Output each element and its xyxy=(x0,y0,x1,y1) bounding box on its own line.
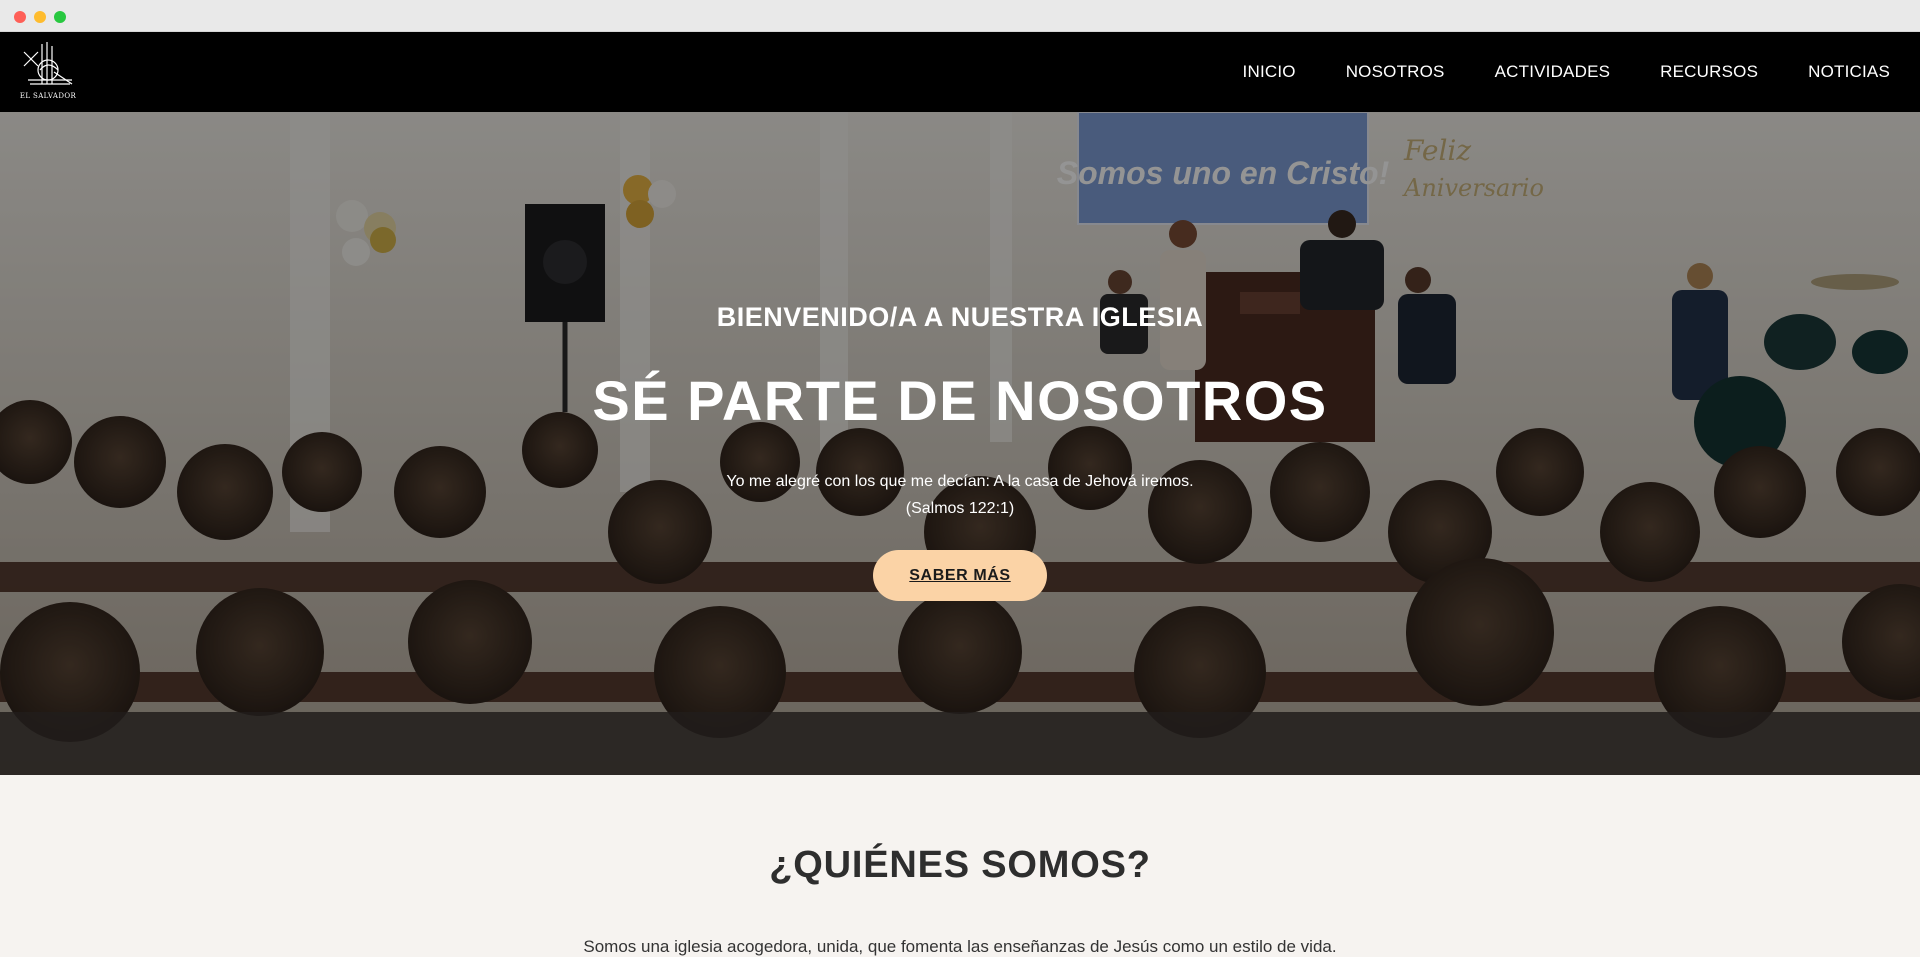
saber-mas-button[interactable]: SABER MÁS xyxy=(873,550,1047,601)
hero-verse: Yo me alegré con los que me decían: A la… xyxy=(0,468,1920,522)
nav-inicio[interactable]: INICIO xyxy=(1218,32,1321,112)
nav-noticias[interactable]: NOTICIAS xyxy=(1783,32,1890,112)
site-header: EL SALVADOR INICIO NOSOTROS ACTIVIDADES … xyxy=(0,32,1920,112)
hero-kicker: BIENVENIDO/A A NUESTRA IGLESIA xyxy=(716,302,1204,332)
close-window-button[interactable] xyxy=(14,11,26,23)
verse-text: Yo me alegré con los que me decían: A la… xyxy=(726,473,1194,490)
hero-section: Somos uno en Cristo! Feliz Aniversario B… xyxy=(0,112,1920,775)
minimize-window-button[interactable] xyxy=(34,11,46,23)
church-logo-icon xyxy=(23,42,73,85)
main-navigation: INICIO NOSOTROS ACTIVIDADES RECURSOS NOT… xyxy=(1218,32,1890,112)
about-description: Somos una iglesia acogedora, unida, que … xyxy=(583,937,1337,956)
verse-reference: (Salmos 122:1) xyxy=(905,500,1015,517)
nav-recursos[interactable]: RECURSOS xyxy=(1635,32,1783,112)
maximize-window-button[interactable] xyxy=(54,11,66,23)
nav-nosotros[interactable]: NOSOTROS xyxy=(1321,32,1470,112)
about-section: ¿QUIÉNES SOMOS? Somos una iglesia acoged… xyxy=(0,775,1920,957)
logo-wordmark: EL SALVADOR xyxy=(19,92,77,100)
church-logo[interactable]: EL SALVADOR xyxy=(18,40,78,104)
about-title: ¿QUIÉNES SOMOS? xyxy=(769,844,1151,886)
hero-content: BIENVENIDO/A A NUESTRA IGLESIA SÉ PARTE … xyxy=(0,112,1920,775)
browser-titlebar xyxy=(0,0,1920,32)
hero-title: SÉ PARTE DE NOSOTROS xyxy=(592,369,1328,432)
nav-actividades[interactable]: ACTIVIDADES xyxy=(1470,32,1636,112)
